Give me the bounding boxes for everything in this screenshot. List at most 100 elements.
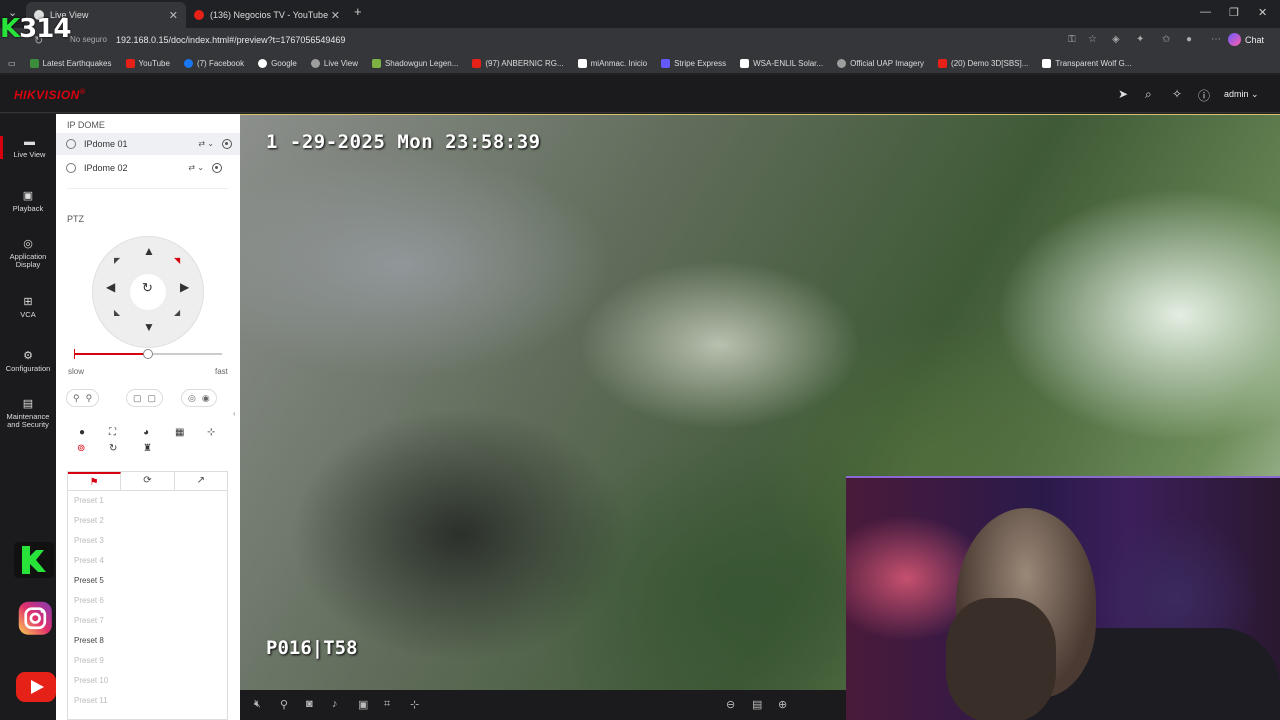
focus-near-icon[interactable]: ▢ (133, 393, 142, 404)
manual-tracking-icon[interactable]: ▦ (175, 427, 184, 438)
bookmark[interactable]: (97) ANBERNIC RG... (472, 59, 564, 68)
preset-item[interactable]: Preset 8 (68, 631, 227, 651)
preset-item[interactable]: Preset 4 (68, 551, 227, 571)
bookmark[interactable]: Stripe Express (661, 59, 726, 68)
bookmark[interactable]: YouTube (125, 59, 170, 68)
zoom-out-icon[interactable]: ⚲ (73, 393, 80, 404)
auto-rotate-icon[interactable]: ↻ (142, 280, 153, 296)
pan-up-left-arrow-icon[interactable]: ◤ (114, 256, 120, 265)
nav-application-display[interactable]: ◎ Application Display (0, 238, 56, 270)
collapse-panel-icon[interactable]: ‹ (233, 409, 236, 418)
key-icon[interactable]: ⚿ (1068, 34, 1076, 45)
pan-down-left-arrow-icon[interactable]: ◣ (114, 308, 120, 317)
light-icon[interactable]: ● (79, 427, 85, 438)
tab-close-icon[interactable]: ✕ (331, 9, 340, 22)
camera-item-ipdome-01[interactable]: IPdome 01 ⇄ ⌄ (56, 133, 240, 155)
next-page-icon[interactable]: ⊕ (778, 698, 787, 711)
user-menu[interactable]: admin ⌄ (1224, 89, 1259, 100)
region-exposure-icon[interactable]: ⊹ (410, 698, 419, 711)
bookmark[interactable]: (20) Demo 3D[SBS]... (938, 59, 1028, 68)
mute-icon[interactable]: 🔇︎ (254, 698, 261, 711)
tab-close-icon[interactable]: ✕ (169, 9, 178, 22)
iris-close-icon[interactable]: ◉ (202, 393, 210, 404)
tab-patrol[interactable]: ⟳ (121, 472, 175, 490)
ptz-speed-slider[interactable] (74, 349, 222, 359)
bookmarks-menu-icon[interactable]: ▭ (8, 59, 16, 68)
url-field[interactable]: 192.168.0.15/doc/index.html#/preview?t=1… (116, 35, 345, 45)
capture-icon[interactable]: ◙ (306, 698, 313, 710)
camera-item-ipdome-02[interactable]: IPdome 02 ⇄ ⌄ (66, 157, 230, 179)
one-touch-focus-icon[interactable]: ⊹ (207, 427, 215, 438)
pan-right-arrow-icon[interactable]: ▶ (180, 280, 189, 294)
wiper-icon[interactable]: ◕ (143, 427, 149, 438)
digital-zoom-icon[interactable]: ⚲ (280, 698, 288, 711)
preset-item[interactable]: Preset 9 (68, 651, 227, 671)
minimize-button[interactable]: — (1200, 6, 1211, 18)
pan-down-arrow-icon[interactable]: ▼ (143, 320, 155, 334)
security-label[interactable]: No seguro (70, 35, 107, 44)
favorites-icon[interactable]: ✩ (1162, 34, 1170, 45)
bookmark[interactable]: Official UAP Imagery (837, 59, 924, 68)
chat-button[interactable]: Chat (1227, 33, 1264, 46)
stream-select-icon[interactable]: ⇄ ⌄ (198, 139, 214, 149)
lens-init-icon[interactable]: ⊚ (77, 443, 85, 454)
iris-open-icon[interactable]: ◎ (188, 393, 196, 404)
preset-item[interactable]: Preset 3 (68, 531, 227, 551)
record-clip-icon[interactable]: ▣ (358, 698, 368, 711)
nav-live-view[interactable]: ▬ Live View (0, 136, 56, 160)
preset-item[interactable]: Preset 10 (68, 671, 227, 691)
focus-far-icon[interactable]: ▢ (148, 393, 157, 404)
bookmark[interactable]: Live View (310, 59, 358, 68)
nav-vca[interactable]: ⊞ VCA (0, 296, 56, 319)
preset-item[interactable]: Preset 6 (68, 591, 227, 611)
wizard-icon[interactable]: ✧ (1172, 87, 1182, 101)
record-icon[interactable] (212, 163, 222, 173)
menu-call-icon[interactable]: ♜ (143, 443, 152, 454)
star-icon[interactable]: ☆ (1088, 34, 1097, 45)
tab-preset[interactable]: ⚑ (68, 472, 122, 490)
bookmark[interactable]: miAnmac. Inicio (577, 59, 647, 68)
preset-item[interactable]: Preset 11 (68, 691, 227, 711)
pan-up-right-arrow-icon[interactable]: ◥ (174, 256, 180, 265)
preset-item[interactable]: Preset 2 (68, 511, 227, 531)
profile-avatar-icon[interactable]: ● (1186, 34, 1192, 45)
preset-item[interactable]: Preset 7 (68, 611, 227, 631)
bookmark[interactable]: WSA-ENLIL Solar... (740, 59, 823, 68)
restore-button[interactable]: ❐ (1229, 6, 1239, 19)
bookmark[interactable]: Transparent Wolf G... (1042, 59, 1131, 68)
tab-youtube[interactable]: (136) Negocios TV - YouTube ✕ (186, 2, 348, 28)
window-layout-icon[interactable]: ▤ (752, 698, 762, 711)
send-icon[interactable]: ➤ (1118, 87, 1128, 101)
bookmark[interactable]: (7) Facebook (183, 59, 244, 68)
nav-configuration[interactable]: ⚙ Configuration (0, 350, 56, 373)
microphone-icon[interactable]: ♪ (332, 698, 338, 710)
pan-down-right-arrow-icon[interactable]: ◢ (174, 308, 180, 317)
puzzle-icon[interactable]: ✦ (1136, 34, 1144, 45)
bookmark-label: Official UAP Imagery (850, 59, 925, 68)
new-tab-button[interactable]: + (354, 4, 362, 19)
bookmark[interactable]: Shadowgun Legen... (371, 59, 458, 68)
menu-dots-icon[interactable]: ⋯ (1211, 34, 1221, 45)
preset-item[interactable]: Preset 5 (68, 571, 227, 591)
nav-playback[interactable]: ▣ Playback (0, 190, 56, 213)
bookmark[interactable]: Google (258, 59, 297, 68)
3d-positioning-icon[interactable]: ⛶ (109, 427, 116, 438)
pan-up-arrow-icon[interactable]: ▲ (143, 244, 155, 258)
park-icon[interactable]: ↻ (109, 443, 117, 454)
ptz-direction-pad[interactable]: ▲ ▼ ◀ ▶ ◤ ◥ ◣ ◢ ↻ (92, 236, 204, 348)
search-icon[interactable]: ⌕ (1145, 87, 1152, 102)
close-window-button[interactable]: ✕ (1258, 6, 1267, 19)
preset-item[interactable]: Preset 1 (68, 491, 227, 511)
region-focus-icon[interactable]: ⌗ (384, 698, 390, 711)
slider-knob[interactable] (143, 349, 153, 359)
help-icon[interactable]: ⓘ (1198, 87, 1210, 104)
tab-pattern[interactable]: ↗ (175, 472, 227, 490)
zoom-in-icon[interactable]: ⚲ (86, 393, 93, 404)
stream-select-icon[interactable]: ⇄ ⌄ (188, 163, 204, 173)
extension-icon[interactable]: ◈ (1112, 34, 1120, 45)
previous-page-icon[interactable]: ⊖ (726, 698, 735, 711)
record-icon[interactable] (222, 139, 232, 149)
bookmark[interactable]: Latest Earthquakes (29, 59, 112, 68)
pan-left-arrow-icon[interactable]: ◀ (106, 280, 115, 294)
nav-maintenance[interactable]: ▤ Maintenance and Security (0, 398, 56, 430)
